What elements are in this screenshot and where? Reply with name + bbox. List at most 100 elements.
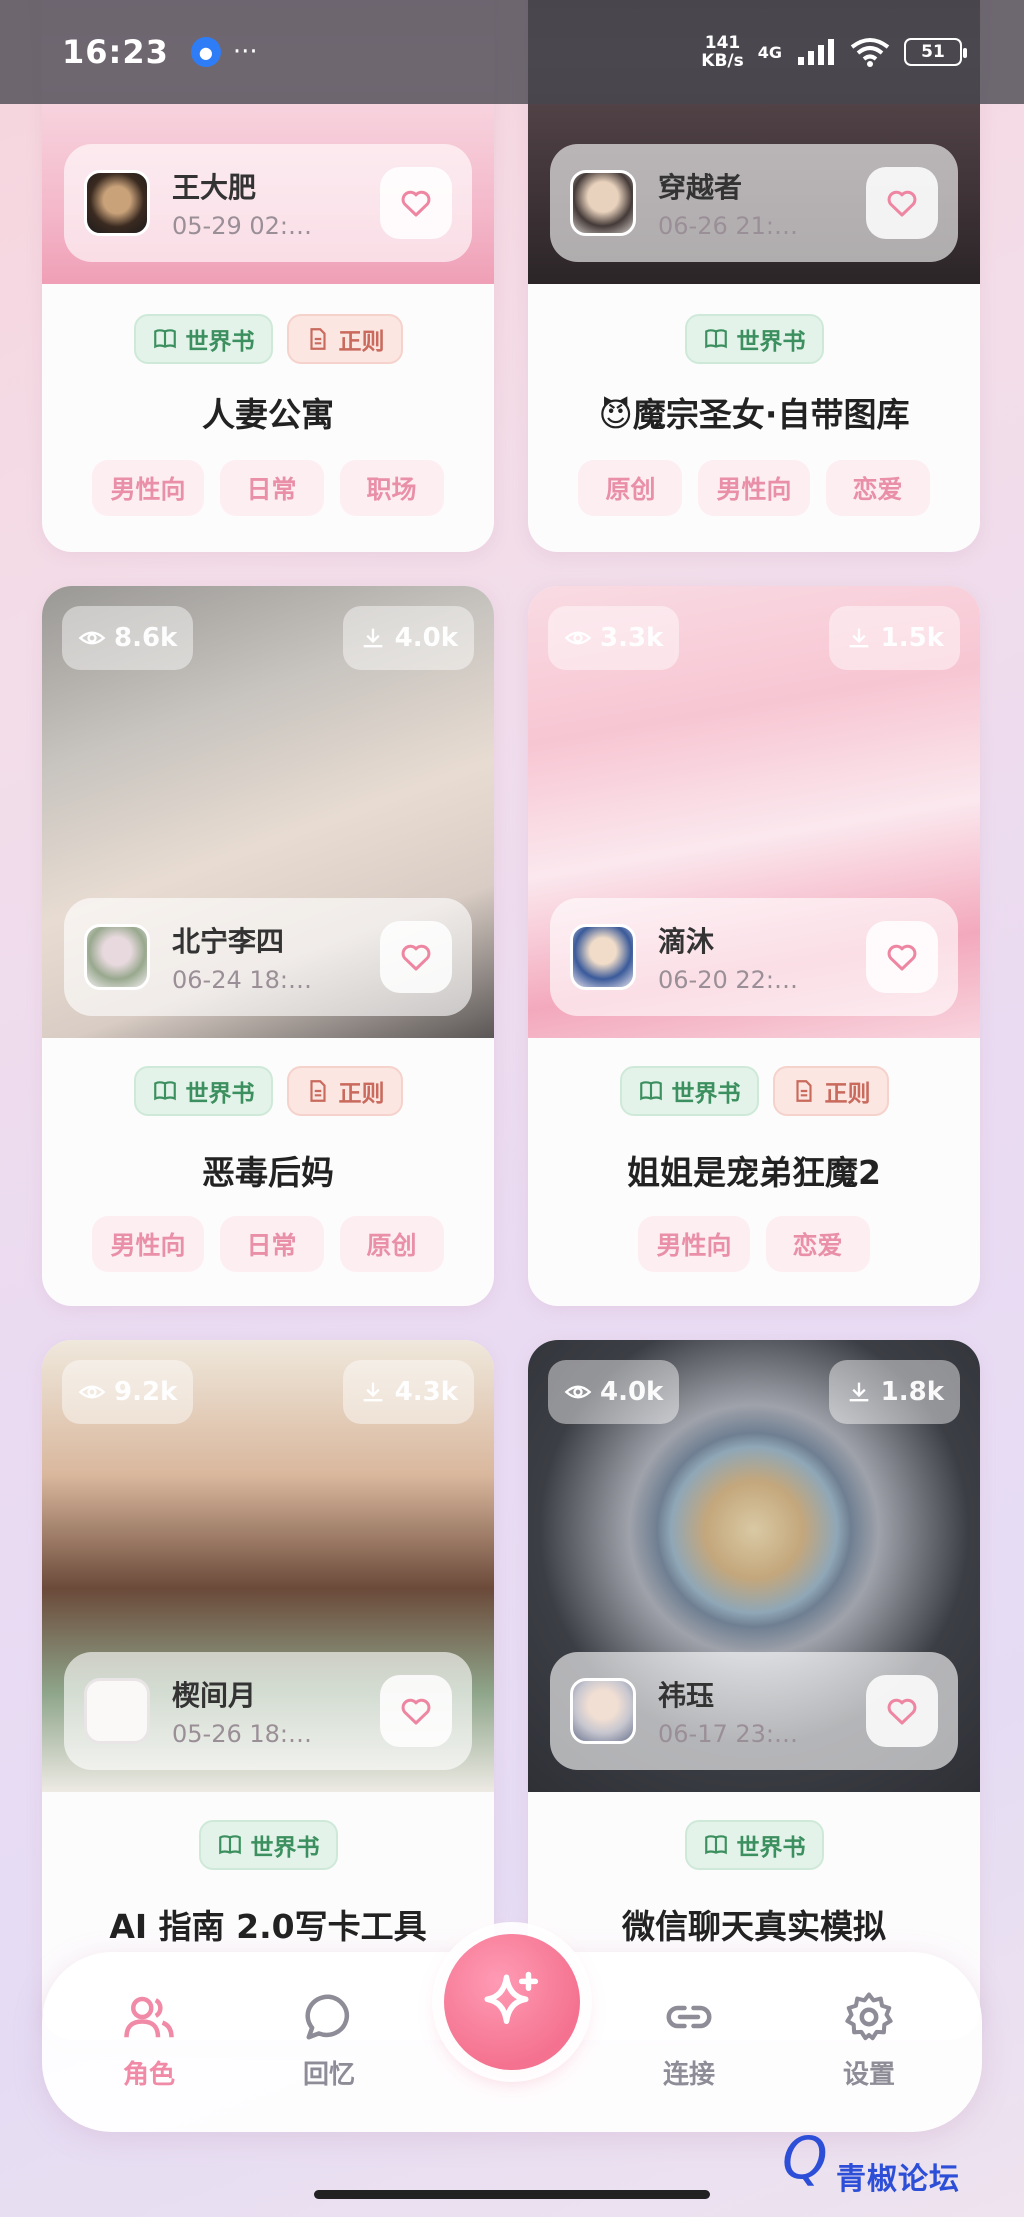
author-date: 06-26 21:… <box>658 212 798 240</box>
home-indicator[interactable] <box>314 2190 710 2199</box>
eye-icon <box>78 631 106 645</box>
tag: 恋爱 <box>825 460 930 516</box>
more-notifications-icon: ··· <box>232 37 258 67</box>
heart-icon <box>401 944 431 971</box>
tag: 恋爱 <box>765 1216 870 1272</box>
favorite-button[interactable] <box>866 1675 938 1747</box>
book-icon <box>153 1081 176 1101</box>
author-name: 祎珏 <box>658 1679 715 1712</box>
badge-label: 正则 <box>824 1081 871 1107</box>
book-icon <box>704 329 727 349</box>
badge-label: 世界书 <box>736 1835 806 1861</box>
nav-characters[interactable]: 角色 <box>94 1990 204 2091</box>
watermark-text: 青椒论坛 <box>836 2162 960 2197</box>
speed-value: 141 <box>704 33 741 53</box>
tag: 男性向 <box>92 1216 204 1272</box>
document-icon <box>309 328 326 350</box>
card-title: 姐姐是宠弟狂魔2 <box>627 1153 881 1192</box>
downloads-count: 4.0k <box>394 623 458 653</box>
author-avatar <box>84 924 150 990</box>
worldbook-badge: 世界书 <box>133 314 273 364</box>
views-stat: 9.2k <box>62 1360 194 1424</box>
character-card[interactable]: 8.6k 4.0k 北宁李四 06-24 18:… 世界书 正则 恶毒后妈 男性… <box>42 586 494 1306</box>
book-icon <box>153 329 176 349</box>
badge-label: 正则 <box>338 329 385 355</box>
favorite-button[interactable] <box>380 921 452 993</box>
heart-icon <box>887 190 917 217</box>
author-bar: 楔间月 05-26 18:… <box>64 1652 472 1770</box>
gear-icon <box>845 1992 893 2041</box>
favorite-button[interactable] <box>866 921 938 993</box>
author-date: 06-24 18:… <box>172 966 312 994</box>
create-button[interactable] <box>444 1934 580 2070</box>
badge-label: 正则 <box>338 1081 385 1107</box>
watermark: Q 青椒论坛 <box>782 2124 960 2198</box>
card-title: 微信聊天真实模拟 <box>622 1907 886 1946</box>
worldbook-badge: 世界书 <box>619 1066 759 1116</box>
favorite-button[interactable] <box>866 167 938 239</box>
nav-connect[interactable]: 连接 <box>634 1990 744 2091</box>
author-date: 06-20 22:… <box>658 966 798 994</box>
author-avatar <box>84 1678 150 1744</box>
eye-icon <box>564 1385 592 1399</box>
badge-label: 世界书 <box>185 1081 255 1107</box>
worldbook-badge: 世界书 <box>133 1066 273 1116</box>
tag: 日常 <box>219 1216 324 1272</box>
worldbook-badge: 世界书 <box>684 1820 824 1870</box>
nav-label: 角色 <box>122 2060 175 2090</box>
author-name: 王大肥 <box>172 171 257 204</box>
author-name: 滴沐 <box>658 925 715 958</box>
downloads-stat: 4.0k <box>342 606 474 670</box>
nav-label: 连接 <box>662 2060 715 2090</box>
views-stat: 8.6k <box>62 606 194 670</box>
chat-bubble-icon <box>305 1994 350 2040</box>
nav-label: 设置 <box>842 2060 895 2090</box>
author-date: 06-17 23:… <box>658 1720 798 1748</box>
tag: 男性向 <box>638 1216 750 1272</box>
author-name: 楔间月 <box>172 1679 257 1712</box>
tag: 男性向 <box>92 460 204 516</box>
regex-badge: 正则 <box>772 1066 889 1116</box>
author-bar: 北宁李四 06-24 18:… <box>64 898 472 1016</box>
worldbook-badge: 世界书 <box>684 314 824 364</box>
tag: 男性向 <box>698 460 810 516</box>
downloads-count: 1.5k <box>880 623 944 653</box>
nav-settings[interactable]: 设置 <box>814 1990 924 2091</box>
worldbook-badge: 世界书 <box>198 1820 338 1870</box>
nav-label: 回忆 <box>302 2060 355 2090</box>
users-icon <box>124 1996 174 2038</box>
sparkle-icon <box>484 1971 539 2024</box>
heart-icon <box>887 1698 917 1725</box>
author-bar: 滴沐 06-20 22:… <box>550 898 958 1016</box>
document-icon <box>795 1080 812 1102</box>
character-card[interactable]: 3.3k 1.5k 滴沐 06-20 22:… 世界书 正则 姐姐是宠弟狂魔2 … <box>528 586 980 1306</box>
downloads-stat: 1.8k <box>828 1360 960 1424</box>
eye-icon <box>564 631 592 645</box>
author-avatar <box>84 170 150 236</box>
views-count: 3.3k <box>600 623 664 653</box>
heart-icon <box>401 190 431 217</box>
watermark-logo: Q <box>782 2124 829 2192</box>
regex-badge: 正则 <box>286 314 403 364</box>
downloads-stat: 1.5k <box>828 606 960 670</box>
nav-memories[interactable]: 回忆 <box>274 1990 384 2091</box>
downloads-count: 4.3k <box>394 1377 458 1407</box>
download-icon <box>363 1382 382 1402</box>
wifi-icon <box>850 38 890 67</box>
character-card[interactable]: 9.2k 4.3k 楔间月 05-26 18:… 世界书 AI 指南 2.0写卡… <box>42 1340 494 2040</box>
link-icon <box>666 2005 712 2029</box>
tag: 原创 <box>578 460 683 516</box>
speed-unit: KB/s <box>701 51 744 71</box>
favorite-button[interactable] <box>380 167 452 239</box>
book-icon <box>218 1835 241 1855</box>
card-title: 人妻公寓 <box>202 395 334 434</box>
tag: 职场 <box>339 460 444 516</box>
favorite-button[interactable] <box>380 1675 452 1747</box>
status-bar: 16:23 ● ··· 141 KB/s 4G 51 <box>0 0 1024 104</box>
character-card[interactable]: 4.0k 1.8k 祎珏 06-17 23:… 世界书 微信聊天真实模拟 <box>528 1340 980 2040</box>
battery-icon: 51 <box>904 38 967 66</box>
views-count: 4.0k <box>600 1377 664 1407</box>
author-avatar <box>570 924 636 990</box>
views-count: 9.2k <box>114 1377 178 1407</box>
book-icon <box>704 1835 727 1855</box>
